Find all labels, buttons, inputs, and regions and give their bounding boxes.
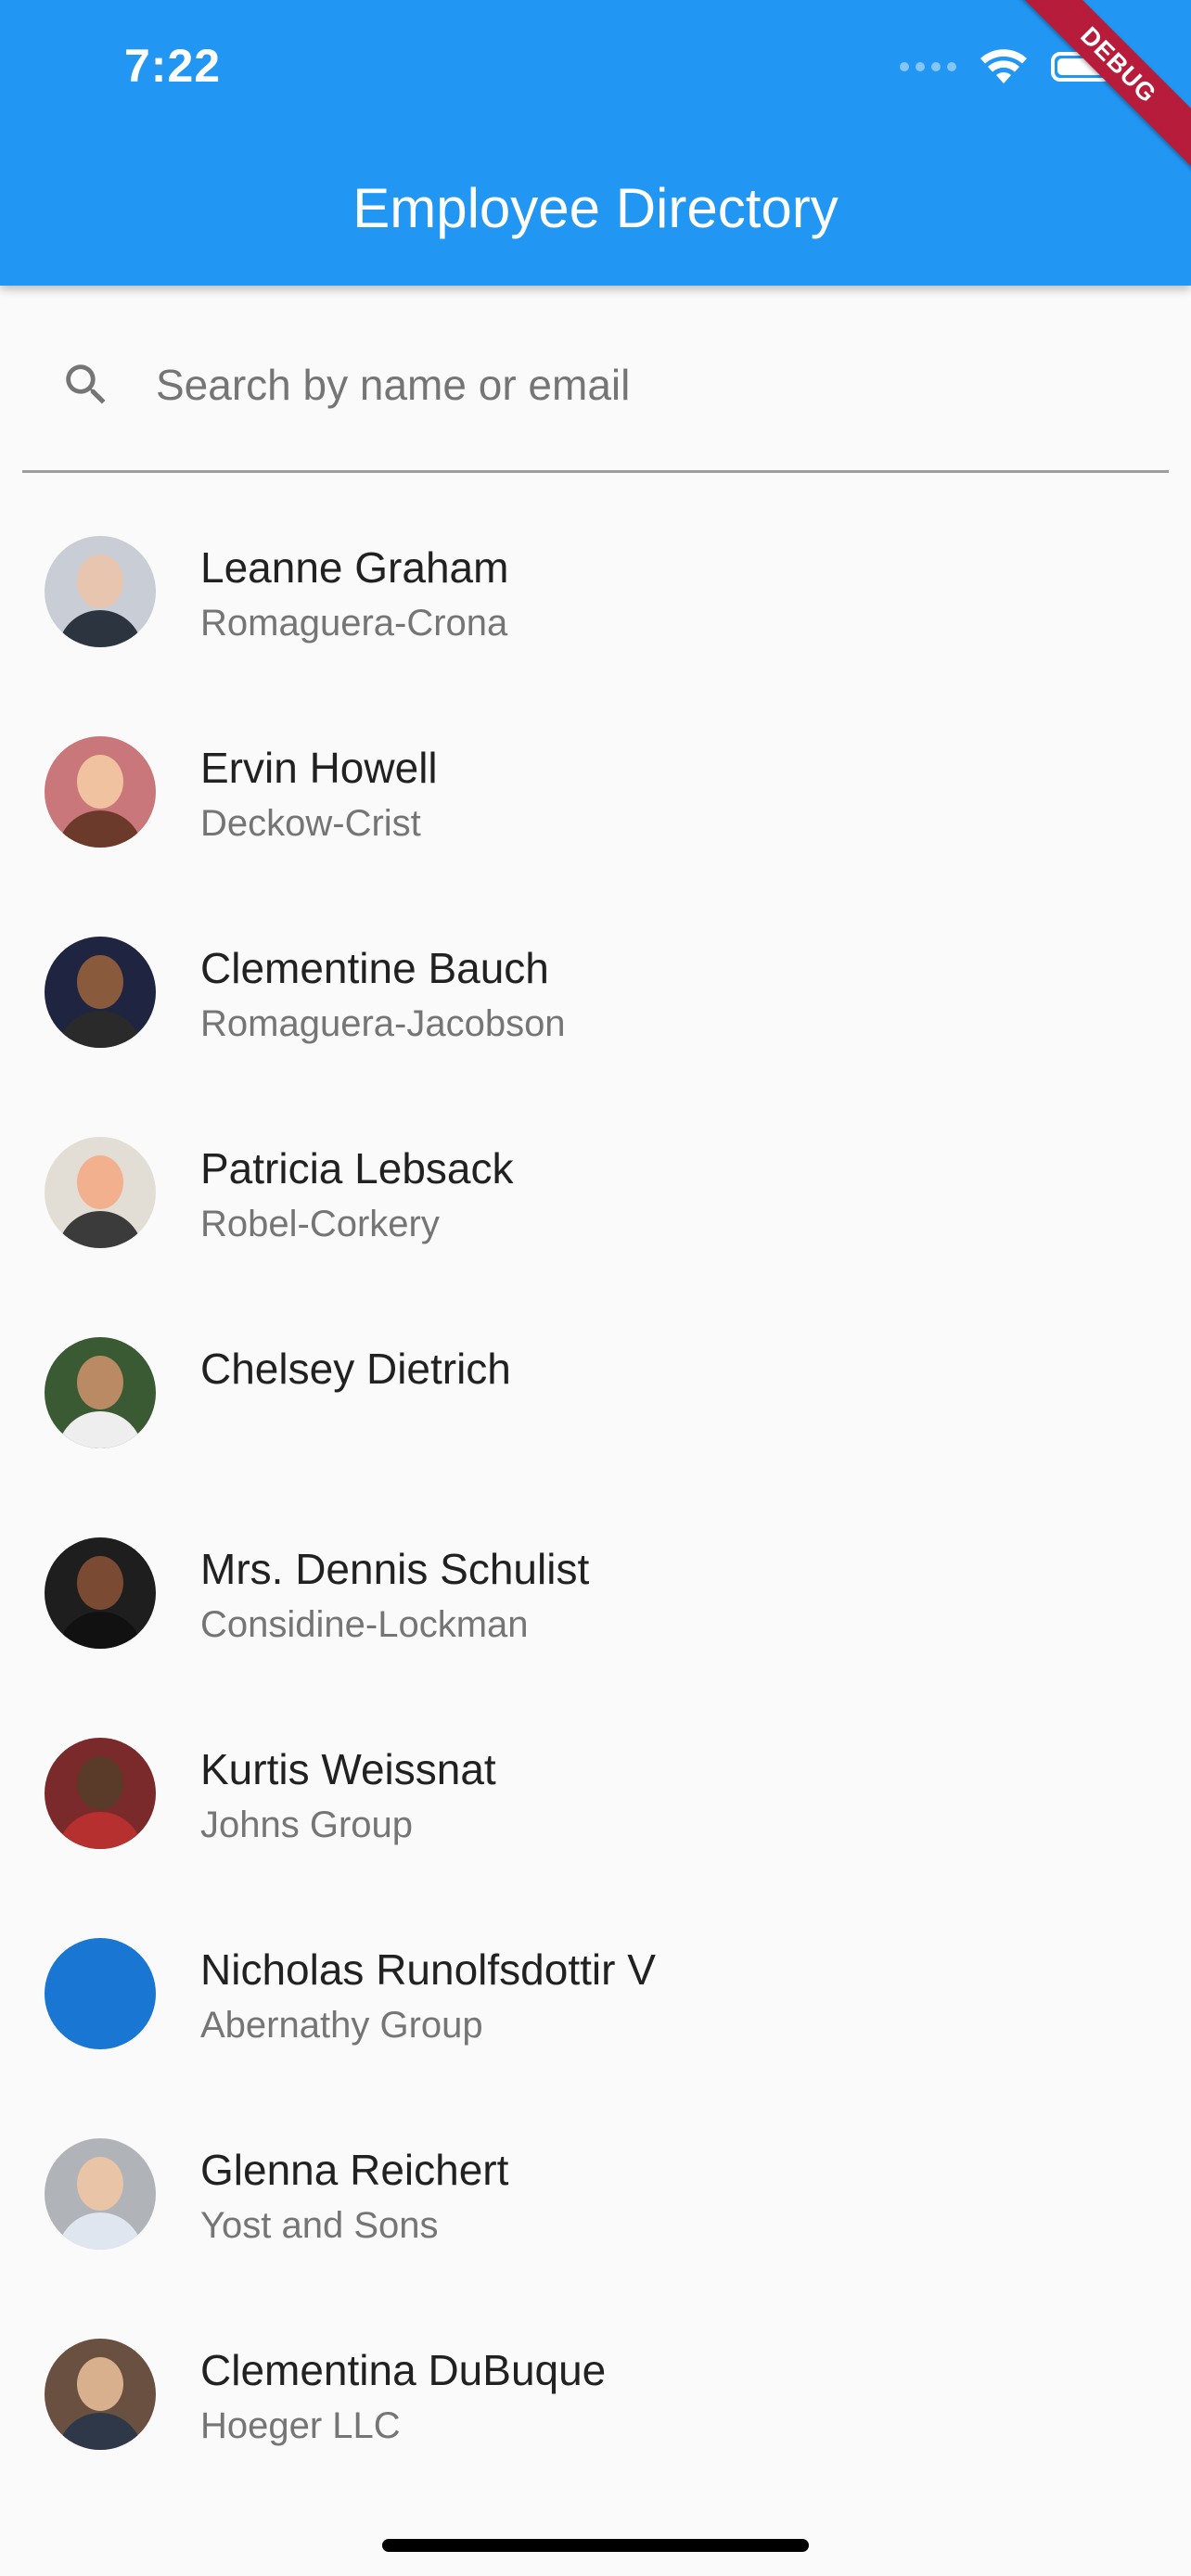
employee-name: Nicholas Runolfsdottir V xyxy=(200,1945,656,1994)
employee-name: Clementina DuBuque xyxy=(200,2346,607,2394)
avatar xyxy=(45,1337,156,1448)
avatar xyxy=(45,937,156,1048)
avatar xyxy=(45,736,156,848)
status-time: 7:22 xyxy=(124,40,222,92)
employee-name: Leanne Graham xyxy=(200,543,509,592)
list-item[interactable]: Patricia Lebsack Robel-Corkery xyxy=(0,1083,1191,1283)
list-item[interactable]: Kurtis Weissnat Johns Group xyxy=(0,1684,1191,1884)
avatar xyxy=(45,1537,156,1649)
employee-name: Mrs. Dennis Schulist xyxy=(200,1545,590,1593)
employee-company: Considine-Lockman xyxy=(200,1604,529,1645)
list-item[interactable]: Nicholas Runolfsdottir V Abernathy Group xyxy=(0,1884,1191,2085)
wifi-icon xyxy=(980,49,1027,83)
employee-company: Romaguera-Jacobson xyxy=(200,1003,566,1044)
list-item[interactable]: Chelsey Dietrich xyxy=(0,1283,1191,1484)
employee-name: Patricia Lebsack xyxy=(200,1144,514,1192)
search-icon xyxy=(66,364,106,404)
cellular-signal-icon xyxy=(900,62,956,71)
battery-icon xyxy=(1051,52,1120,82)
app-bar: 7:22 Employee Directory xyxy=(0,0,1191,286)
avatar xyxy=(45,2339,156,2450)
home-indicator xyxy=(382,2539,809,2552)
employee-company: Deckow-Crist xyxy=(200,803,421,844)
search-bar[interactable] xyxy=(22,297,1169,473)
employee-directory-screen: 7:22 Employee Directory DEBUG Leanne Gra… xyxy=(0,0,1191,2576)
employee-name: Chelsey Dietrich xyxy=(200,1345,511,1393)
avatar xyxy=(45,536,156,647)
employee-name: Kurtis Weissnat xyxy=(200,1745,496,1793)
employee-company: Abernathy Group xyxy=(200,2005,483,2046)
employee-name: Ervin Howell xyxy=(200,744,438,792)
employee-company: Romaguera-Crona xyxy=(200,603,508,644)
employee-company: Johns Group xyxy=(200,1804,414,1845)
employee-list[interactable]: Leanne Graham Romaguera-Crona Ervin Howell… xyxy=(0,482,1191,2485)
list-item[interactable]: Mrs. Dennis Schulist Considine-Lockman xyxy=(0,1484,1191,1684)
avatar xyxy=(45,2138,156,2250)
employee-company: Robel-Corkery xyxy=(200,1204,440,1244)
list-item[interactable]: Clementine Bauch Romaguera-Jacobson xyxy=(0,883,1191,1083)
avatar xyxy=(45,1738,156,1849)
avatar xyxy=(45,1938,156,2049)
employee-company: Yost and Sons xyxy=(200,2205,439,2246)
page-title: Employee Directory xyxy=(352,177,839,239)
search-input[interactable] xyxy=(156,352,1130,417)
list-item[interactable]: Clementina DuBuque Hoeger LLC xyxy=(0,2285,1191,2485)
employee-company: Hoeger LLC xyxy=(200,2405,401,2446)
avatar xyxy=(45,1137,156,1248)
list-item[interactable]: Glenna Reichert Yost and Sons xyxy=(0,2085,1191,2285)
list-item[interactable]: Ervin Howell Deckow-Crist xyxy=(0,682,1191,883)
list-item[interactable]: Leanne Graham Romaguera-Crona xyxy=(0,482,1191,682)
status-icons xyxy=(900,48,1120,85)
employee-name: Clementine Bauch xyxy=(200,944,549,992)
employee-name: Glenna Reichert xyxy=(200,2146,509,2194)
